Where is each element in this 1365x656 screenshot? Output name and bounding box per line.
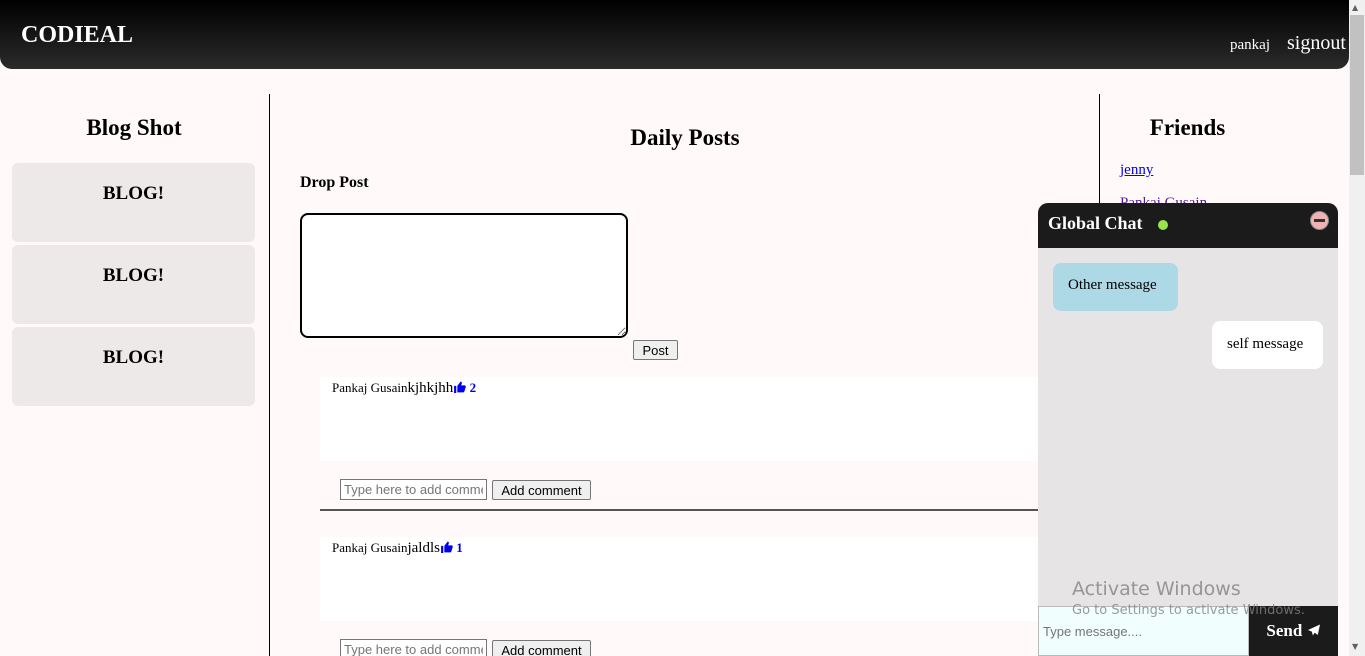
daily-posts-title: Daily Posts — [630, 125, 740, 150]
navbar: CODIEAL pankaj signout — [0, 0, 1349, 69]
left-column-divider — [269, 94, 270, 656]
comment-input[interactable] — [340, 639, 487, 656]
post-card: Pankaj Gusainkjhkjhh 2 — [320, 377, 1040, 461]
chat-title: Global Chat — [1048, 213, 1143, 233]
scroll-down-arrow-icon[interactable]: ▼ — [1352, 642, 1358, 651]
activation-watermark-subtitle: Go to Settings to activate Windows. — [1072, 603, 1305, 618]
blog-card-label: BLOG! — [102, 347, 165, 368]
minimize-icon[interactable] — [1310, 211, 1329, 230]
post-author: Pankaj Gusain — [332, 540, 408, 555]
online-status-icon — [1158, 220, 1168, 230]
post-card: Pankaj Gusainjaldls 1 — [320, 537, 1040, 621]
like-count: 1 — [456, 540, 463, 555]
signout-link[interactable]: signout — [1287, 32, 1346, 55]
brand-logo[interactable]: CODIEAL — [21, 22, 133, 49]
post-textarea[interactable] — [300, 213, 628, 338]
paper-plane-icon — [1307, 624, 1320, 636]
like-count: 2 — [469, 380, 477, 395]
chat-message-self: self message — [1212, 321, 1323, 369]
like-button[interactable]: 2 — [453, 380, 476, 395]
blog-shot-title: Blog Shot — [86, 115, 182, 140]
add-comment-button[interactable]: Add comment — [492, 640, 591, 656]
scroll-up-arrow-icon[interactable]: ▲ — [1352, 3, 1358, 12]
drop-post-label: Drop Post — [300, 174, 369, 191]
send-label: Send — [1266, 621, 1303, 640]
like-button[interactable]: 1 — [440, 540, 463, 555]
chat-header: Global Chat — [1038, 203, 1338, 248]
add-comment-button[interactable]: Add comment — [492, 480, 591, 500]
post-divider — [320, 509, 1040, 511]
activation-watermark-title: Activate Windows — [1072, 578, 1241, 600]
blog-card-label: BLOG! — [102, 183, 165, 204]
user-profile-link[interactable]: pankaj — [1230, 37, 1270, 54]
blog-card-label: BLOG! — [102, 265, 165, 286]
thumbs-up-icon — [441, 541, 453, 553]
post-author: Pankaj Gusain — [332, 380, 408, 395]
post-content: jaldls — [407, 540, 440, 556]
thumbs-up-icon — [454, 381, 467, 393]
blog-card[interactable]: BLOG! — [12, 327, 255, 406]
blog-card[interactable]: BLOG! — [12, 245, 255, 324]
comment-input[interactable] — [340, 479, 487, 500]
scrollbar-thumb[interactable] — [1350, 15, 1364, 175]
post-button[interactable]: Post — [633, 340, 678, 360]
post-content: kjhkjhh — [407, 380, 454, 396]
chat-message-other: Other message — [1053, 263, 1178, 311]
friend-link[interactable]: jenny — [1120, 162, 1153, 179]
blog-card[interactable]: BLOG! — [12, 163, 255, 242]
friends-title: Friends — [1149, 115, 1226, 140]
